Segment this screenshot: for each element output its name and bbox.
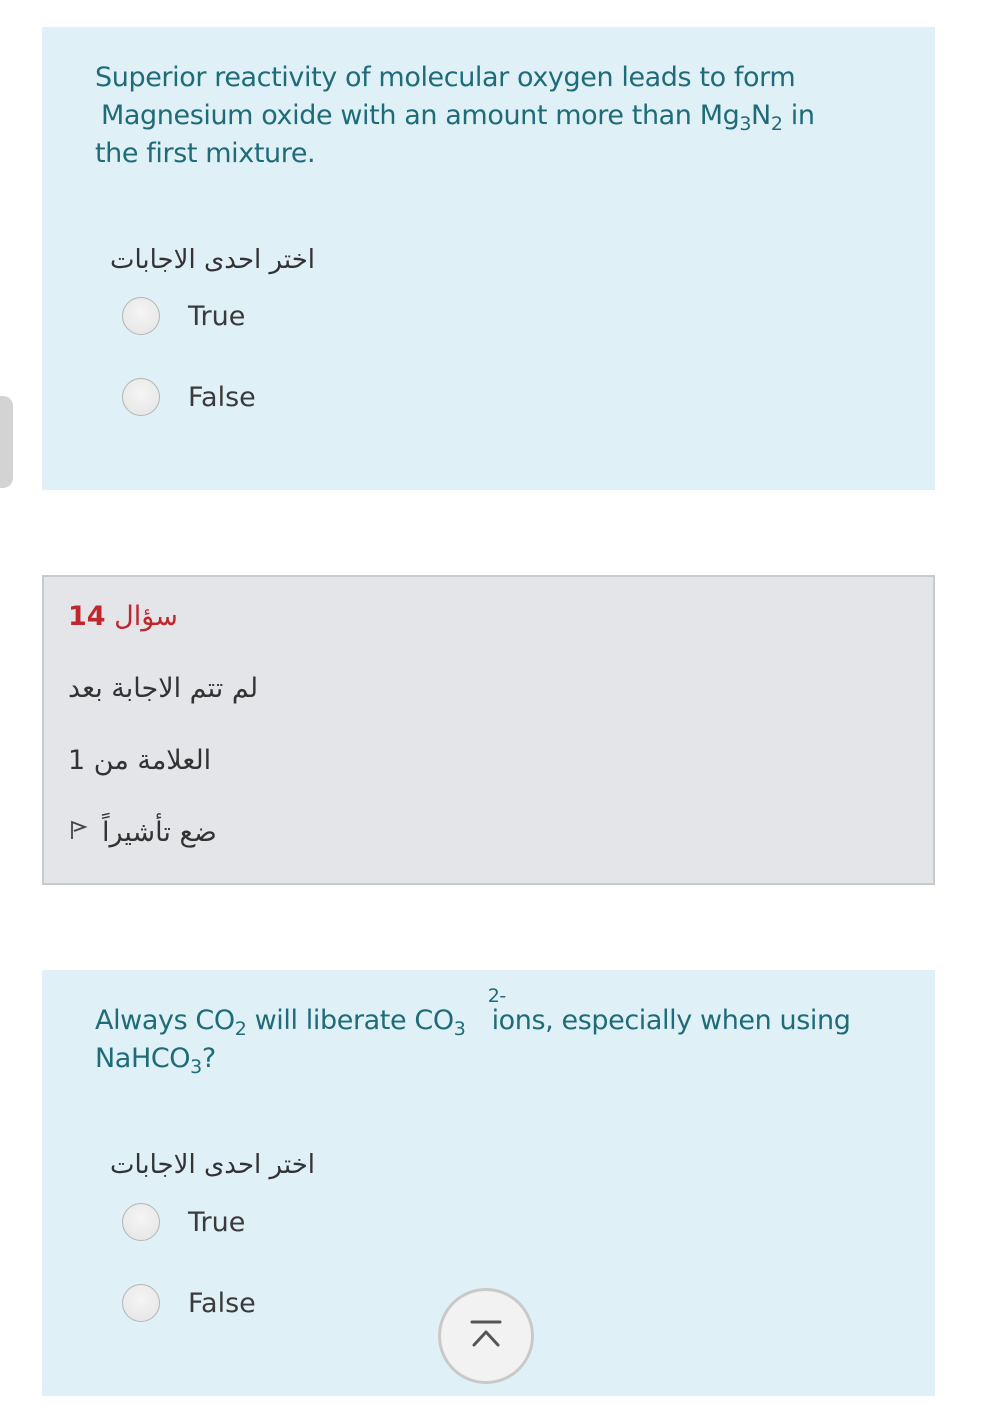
question-card: Superior reactivity of molecular oxygen …: [42, 27, 935, 490]
question-text-line: the first mixture.: [95, 138, 316, 169]
option-label: True: [188, 1207, 246, 1238]
flag-question-link[interactable]: ضع تأشيراً: [68, 817, 217, 848]
answer-option-true[interactable]: True: [122, 1203, 422, 1243]
question-number: سؤال 14: [68, 601, 178, 632]
subscript: 3: [190, 1056, 202, 1078]
chemical-ion: 3 2-: [453, 987, 507, 1040]
subscript: 2: [234, 1018, 247, 1040]
question-info-panel: سؤال 14 لم تتم الاجابة بعد العلامة من 1 …: [42, 575, 935, 885]
question-text-line: will liberate CO: [246, 1005, 454, 1036]
answer-option-true[interactable]: True: [122, 297, 422, 337]
option-label: False: [188, 1288, 256, 1319]
radio-button[interactable]: [122, 1203, 160, 1241]
subscript: 2: [770, 113, 783, 135]
question-text-line: ions, especially when using: [483, 1005, 851, 1036]
formula-text: NaHCO: [95, 1043, 191, 1074]
radio-button[interactable]: [122, 297, 160, 335]
answer-prompt: اختر احدى الاجابات: [110, 245, 315, 275]
question-text-line: Magnesium oxide with an amount more than…: [101, 100, 740, 131]
answer-option-false[interactable]: False: [122, 378, 422, 418]
question-text-line: ?: [201, 1043, 216, 1074]
option-label: False: [188, 382, 256, 413]
radio-button[interactable]: [122, 378, 160, 416]
subscript: 3: [453, 1018, 466, 1040]
scroll-to-top-icon: [466, 1317, 506, 1355]
formula-text: N: [751, 100, 771, 131]
subscript: 3: [739, 113, 752, 135]
flag-icon: [68, 820, 90, 847]
question-text-line: Always CO: [95, 1005, 235, 1036]
flag-label: ضع تأشيراً: [102, 817, 217, 848]
option-label: True: [188, 301, 246, 332]
answer-status: لم تتم الاجابة بعد: [68, 673, 259, 704]
quiz-page: Superior reactivity of molecular oxygen …: [0, 0, 990, 1421]
question-number-label: سؤال: [114, 601, 178, 632]
radio-button[interactable]: [122, 1284, 160, 1322]
question-number-value: 14: [68, 601, 106, 632]
question-text-line: Superior reactivity of molecular oxygen …: [95, 62, 796, 93]
question-marks: العلامة من 1: [68, 745, 212, 776]
ion-charge: 2-: [487, 985, 507, 1007]
side-drawer-handle[interactable]: [0, 396, 13, 488]
question-text: Always CO2 will liberate CO3 2- ions, esp…: [95, 987, 875, 1078]
answer-option-false[interactable]: False: [122, 1284, 422, 1324]
question-text: Superior reactivity of molecular oxygen …: [95, 59, 875, 173]
question-text-line: in: [782, 100, 815, 131]
answer-prompt: اختر احدى الاجابات: [110, 1150, 315, 1180]
scroll-to-top-button[interactable]: [438, 1288, 534, 1384]
